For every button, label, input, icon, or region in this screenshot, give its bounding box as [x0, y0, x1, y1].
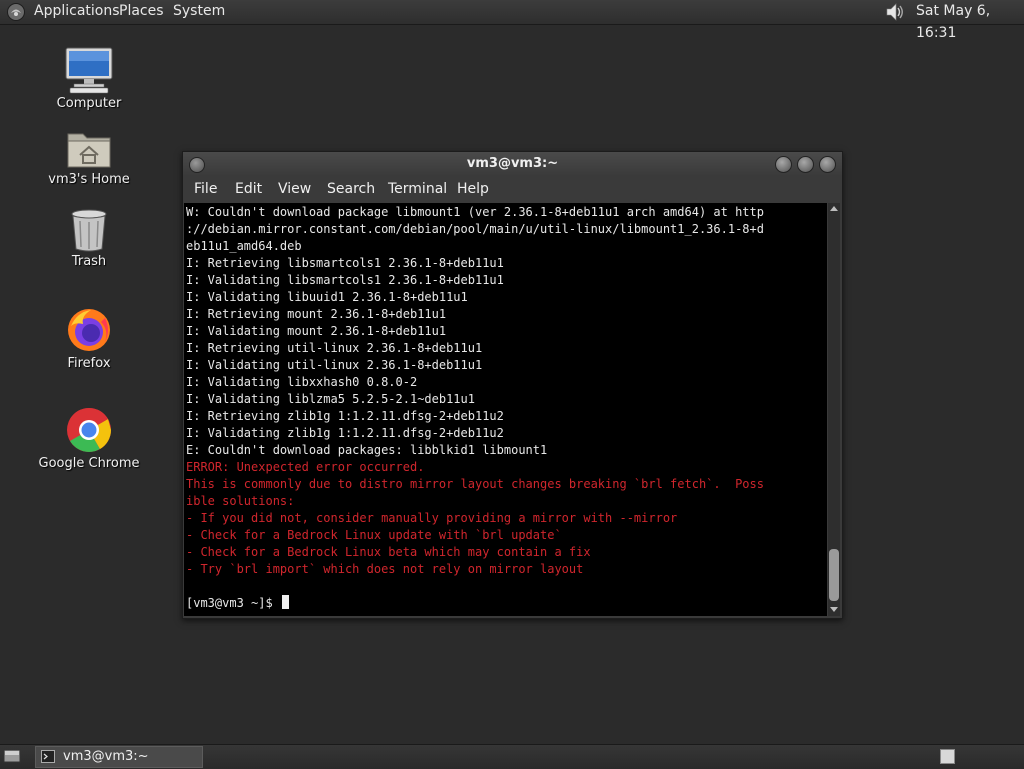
desktop-icon-firefox[interactable]: Firefox [29, 306, 149, 371]
desktop-icon-label: Computer [56, 96, 122, 111]
scroll-down-arrow-icon[interactable] [830, 607, 838, 612]
scroll-up-arrow-icon[interactable] [830, 206, 838, 211]
terminal-line-text: I: Validating liblzma5 5.2.5-2.1~deb11u1 [186, 392, 475, 406]
terminal-line-text: I: Validating util-linux 2.36.1-8+deb11u… [186, 358, 483, 372]
taskbar-terminal-button[interactable]: vm3@vm3:~ [35, 746, 203, 768]
menu-edit[interactable]: Edit [235, 176, 262, 202]
terminal-line: This is commonly due to distro mirror la… [186, 476, 764, 493]
terminal-lines: W: Couldn't download package libmount1 (… [186, 204, 764, 612]
terminal-line-text: I: Validating libuuid1 2.36.1-8+deb11u1 [186, 290, 468, 304]
terminal-line: I: Validating zlib1g 1:1.2.11.dfsg-2+deb… [186, 425, 764, 442]
workspace-switcher[interactable] [940, 749, 955, 764]
menu-search[interactable]: Search [327, 176, 375, 202]
desktop-icon-chrome[interactable]: Google Chrome [29, 406, 149, 471]
clock[interactable]: Sat May 6, 16:31 [916, 0, 1024, 44]
terminal-line-text: ERROR: Unexpected error occurred. [186, 460, 425, 474]
terminal-line: I: Validating mount 2.36.1-8+deb11u1 [186, 323, 764, 340]
terminal-line: eb11u1_amd64.deb [186, 238, 764, 255]
menu-system[interactable]: System [173, 0, 225, 24]
show-desktop-icon[interactable] [3, 748, 21, 764]
terminal-line-text: I: Retrieving util-linux 2.36.1-8+deb11u… [186, 341, 483, 355]
terminal-line-text: I: Retrieving libsmartcols1 2.36.1-8+deb… [186, 256, 504, 270]
desktop-icon-label: Google Chrome [38, 456, 140, 471]
terminal-line-text: - If you did not, consider manually prov… [186, 511, 678, 525]
home-folder-icon [67, 133, 111, 168]
terminal-line-text: This is commonly due to distro mirror la… [186, 477, 764, 491]
maximize-button[interactable] [797, 156, 814, 173]
terminal-line: I: Retrieving zlib1g 1:1.2.11.dfsg-2+deb… [186, 408, 764, 425]
terminal-scrollbar[interactable] [828, 203, 840, 616]
terminal-prompt: [vm3@vm3 ~]$ [186, 595, 764, 612]
terminal-line-text: I: Retrieving mount 2.36.1-8+deb11u1 [186, 307, 447, 321]
desktop-icon-home[interactable]: vm3's Home [29, 128, 149, 187]
close-button[interactable] [819, 156, 836, 173]
terminal-line: I: Retrieving util-linux 2.36.1-8+deb11u… [186, 340, 764, 357]
distro-logo-icon[interactable] [6, 2, 26, 22]
text-cursor [281, 595, 289, 609]
terminal-line-text: [vm3@vm3 ~]$ [186, 596, 280, 610]
terminal-line: ERROR: Unexpected error occurred. [186, 459, 764, 476]
terminal-output[interactable]: W: Couldn't download package libmount1 (… [184, 203, 827, 616]
terminal-line: W: Couldn't download package libmount1 (… [186, 204, 764, 221]
menu-applications[interactable]: Applications [34, 0, 120, 24]
volume-icon[interactable] [884, 1, 906, 23]
desktop-icon-trash[interactable]: Trash [29, 208, 149, 269]
terminal-line: - Check for a Bedrock Linux beta which m… [186, 544, 764, 561]
trash-icon [71, 209, 107, 252]
terminal-line-text: I: Retrieving zlib1g 1:1.2.11.dfsg-2+deb… [186, 409, 504, 423]
terminal-icon [41, 750, 55, 763]
menu-help[interactable]: Help [457, 176, 489, 202]
terminal-line-text: - Check for a Bedrock Linux update with … [186, 528, 562, 542]
bottom-panel: vm3@vm3:~ [0, 744, 1024, 769]
scrollbar-thumb[interactable] [829, 549, 839, 601]
terminal-line: I: Retrieving mount 2.36.1-8+deb11u1 [186, 306, 764, 323]
terminal-line-text: W: Couldn't download package libmount1 (… [186, 205, 764, 219]
terminal-line: I: Validating libsmartcols1 2.36.1-8+deb… [186, 272, 764, 289]
desktop-icon-computer[interactable]: Computer [29, 46, 149, 111]
terminal-line: - Try `brl import` which does not rely o… [186, 561, 764, 578]
window-titlebar[interactable]: vm3@vm3:~ [183, 152, 842, 176]
taskbar-label: vm3@vm3:~ [63, 749, 149, 764]
terminal-line-text: E: Couldn't download packages: libblkid1… [186, 443, 548, 457]
desktop-icon-label: Trash [71, 254, 107, 269]
terminal-line: - If you did not, consider manually prov… [186, 510, 764, 527]
desktop-icon-label: vm3's Home [48, 172, 130, 187]
terminal-line-text: ible solutions: [186, 494, 295, 508]
chrome-icon [67, 408, 111, 452]
terminal-line-text: I: Validating libxxhash0 0.8.0-2 [186, 375, 418, 389]
terminal-line: I: Validating util-linux 2.36.1-8+deb11u… [186, 357, 764, 374]
terminal-line: I: Validating libuuid1 2.36.1-8+deb11u1 [186, 289, 764, 306]
terminal-line: I: Validating liblzma5 5.2.5-2.1~deb11u1 [186, 391, 764, 408]
terminal-line: ible solutions: [186, 493, 764, 510]
terminal-line-text: ://debian.mirror.constant.com/debian/poo… [186, 222, 764, 236]
desktop-icon-label: Firefox [67, 356, 111, 371]
menu-view[interactable]: View [278, 176, 311, 202]
firefox-icon [68, 309, 110, 351]
terminal-line-text: I: Validating libsmartcols1 2.36.1-8+deb… [186, 273, 504, 287]
window-title: vm3@vm3:~ [466, 156, 559, 171]
terminal-window[interactable]: vm3@vm3:~ File Edit View Search Terminal… [182, 151, 843, 619]
terminal-menubar: File Edit View Search Terminal Help [183, 176, 842, 202]
top-panel: Applications Places System Sat May 6, 16… [0, 0, 1024, 41]
terminal-line-text: I: Validating mount 2.36.1-8+deb11u1 [186, 324, 447, 338]
terminal-line-text: - Check for a Bedrock Linux beta which m… [186, 545, 591, 559]
terminal-line-text: I: Validating zlib1g 1:1.2.11.dfsg-2+deb… [186, 426, 504, 440]
terminal-line: - Check for a Bedrock Linux update with … [186, 527, 764, 544]
terminal-line-text: - Try `brl import` which does not rely o… [186, 562, 584, 576]
minimize-button[interactable] [775, 156, 792, 173]
computer-icon [65, 47, 113, 94]
terminal-line-text: eb11u1_amd64.deb [186, 239, 302, 253]
terminal-line: ://debian.mirror.constant.com/debian/poo… [186, 221, 764, 238]
terminal-line: E: Couldn't download packages: libblkid1… [186, 442, 764, 459]
terminal-line: I: Validating libxxhash0 0.8.0-2 [186, 374, 764, 391]
menu-places[interactable]: Places [119, 0, 164, 24]
terminal-line: I: Retrieving libsmartcols1 2.36.1-8+deb… [186, 255, 764, 272]
menu-terminal[interactable]: Terminal [388, 176, 447, 202]
menu-file[interactable]: File [194, 176, 217, 202]
